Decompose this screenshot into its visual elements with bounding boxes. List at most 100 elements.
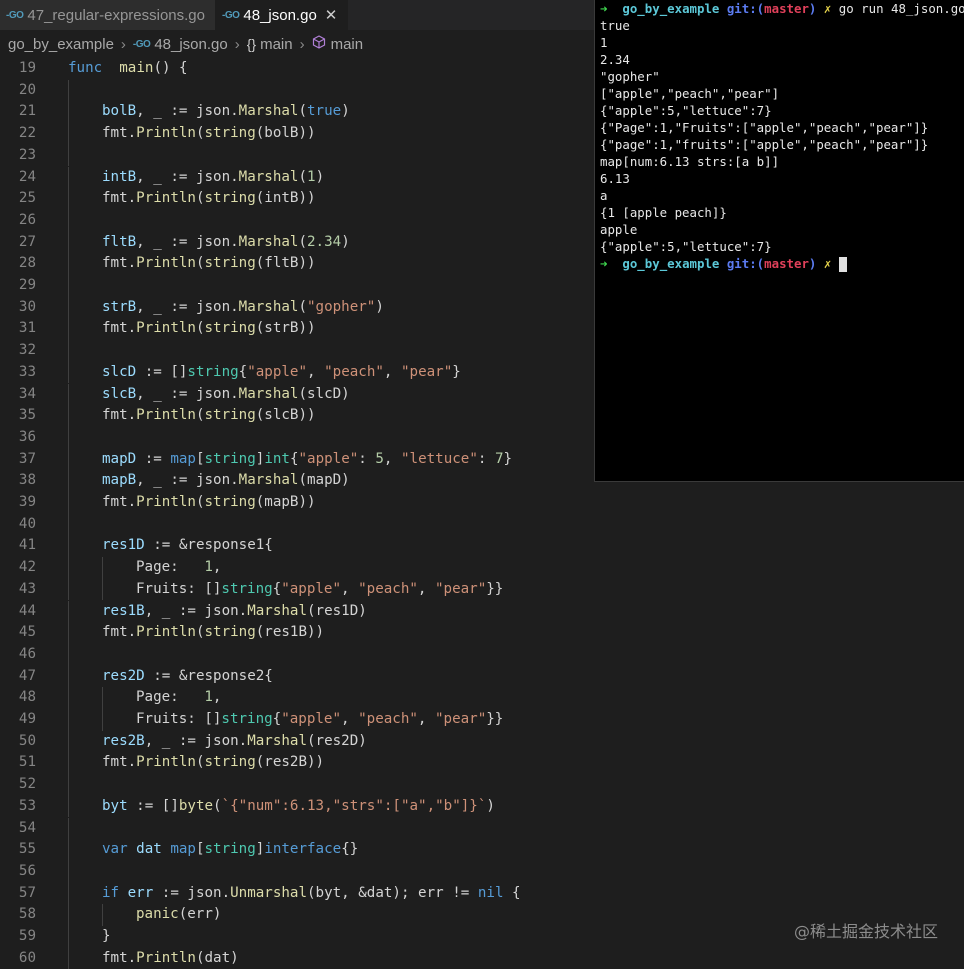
terminal-output-line: {"Page":1,"Fruits":["apple","peach","pea… (600, 120, 929, 135)
code-token: , _ := json. (136, 385, 239, 402)
code-token: ) (315, 168, 325, 185)
line-number: 55 (18, 841, 36, 858)
code-token: Marshal (238, 103, 299, 120)
terminal-prompt-line[interactable]: ➜ go_by_example git:(master) ✗ (600, 255, 847, 272)
code-line[interactable]: 41 res1D := &response1{ (0, 535, 964, 558)
breadcrumb-file[interactable]: 48_json.go (154, 36, 227, 53)
code-line[interactable]: 52 (0, 774, 964, 796)
code-line[interactable]: 51 fmt.Println(string(res2B)) (0, 752, 964, 775)
indent-guide (68, 231, 69, 254)
terminal-output-line: {1 [apple peach]} (600, 205, 727, 220)
code-line[interactable]: 43 Fruits: []string{"apple", "peach", "pe… (0, 578, 964, 601)
line-number: 37 (18, 450, 36, 467)
code-token: := &response2{ (144, 667, 273, 684)
indent-guide (68, 405, 69, 427)
line-number: 36 (18, 428, 36, 445)
code-token: Println (136, 754, 196, 771)
code-token: ( (195, 190, 205, 207)
code-token: fmt. (102, 949, 137, 966)
code-token: ) (341, 103, 350, 120)
code-token: string (187, 363, 239, 380)
code-line[interactable]: 40 (0, 513, 964, 536)
breadcrumb-folder[interactable]: go_by_example (8, 36, 114, 53)
code-line[interactable]: 44 res1B, _ := json.Marshal(res1D) (0, 600, 964, 623)
code-token: ( (195, 624, 205, 641)
code-token: intB (102, 168, 137, 185)
code-token: res2B (102, 732, 145, 749)
line-number: 19 (18, 60, 36, 76)
prompt-dir: go_by_example (622, 256, 720, 271)
line-number: 26 (18, 211, 36, 228)
code-token: Fruits: [] (136, 711, 222, 727)
indent-guide (68, 340, 69, 362)
code-line[interactable]: 53 byt := []byte(`{"num":6.13,"strs":["a"… (0, 795, 964, 818)
code-line[interactable]: 49 Fruits: []string{"apple", "peach", "pe… (0, 709, 964, 731)
indent-guide (68, 123, 69, 145)
terminal-cursor (838, 257, 847, 272)
code-line[interactable]: 46 (0, 643, 964, 666)
close-icon[interactable]: ✕ (325, 6, 338, 24)
code-line[interactable]: 57 if err := json.Unmarshal(byt, &dat); e… (0, 882, 964, 905)
code-token: dat (136, 841, 162, 858)
code-text: slcB, _ := json.Marshal(slcD) (102, 384, 350, 406)
indent-guide (68, 578, 69, 601)
code-token: true (307, 103, 342, 120)
tab-regular-expressions[interactable]: -GO 47_regular-expressions.go (0, 0, 216, 30)
code-line[interactable]: 39 fmt.Println(string(mapB)) (0, 492, 964, 514)
code-token: mapD (102, 450, 137, 467)
line-number: 49 (18, 711, 36, 727)
code-line[interactable]: 54 (0, 817, 964, 840)
code-token: fmt. (102, 407, 137, 424)
code-token: : (358, 450, 376, 467)
code-text: Fruits: []string{"apple", "peach", "pear… (136, 709, 503, 731)
code-token: Marshal (247, 602, 308, 619)
terminal-command: go run 48_json.go (838, 1, 964, 16)
code-line[interactable]: 47 res2D := &response2{ (0, 665, 964, 688)
line-number: 58 (18, 906, 36, 923)
code-token: "gopher" (307, 298, 376, 315)
code-token: , (417, 580, 435, 597)
code-token: ( (298, 298, 308, 315)
code-line[interactable]: 48 Page: 1, (0, 687, 964, 709)
code-token: string (204, 754, 256, 771)
line-number: 32 (18, 342, 36, 359)
code-token: fmt. (102, 320, 137, 337)
indent-guide (68, 643, 69, 666)
breadcrumb-scope[interactable]: main (260, 36, 293, 53)
code-token: Marshal (247, 732, 308, 749)
code-token: , (212, 559, 222, 576)
prompt-git-label: git:( (726, 256, 765, 271)
terminal-output-line: a (600, 188, 608, 203)
code-token: (slcB)) (255, 407, 316, 424)
code-token: Println (136, 320, 196, 337)
code-line[interactable]: 45 fmt.Println(string(res1B)) (0, 622, 964, 644)
code-token: { (503, 884, 521, 901)
code-token: := (136, 450, 171, 467)
code-token: byte (178, 797, 214, 814)
line-number: 39 (18, 494, 36, 510)
code-token: (bolB)) (255, 125, 316, 142)
code-token: ( (213, 797, 222, 814)
indent-guide (68, 383, 69, 406)
code-token: (err) (178, 906, 222, 923)
indent-guide (68, 817, 69, 840)
line-number: 52 (18, 776, 36, 793)
tab-json[interactable]: -GO 48_json.go ✕ (216, 0, 349, 30)
indent-guide (68, 752, 69, 775)
terminal-panel[interactable]: ➜ go_by_example git:(master) ✗ go run 48… (594, 0, 964, 482)
code-text: fmt.Println(string(intB)) (102, 188, 316, 210)
code-line[interactable]: 42 Page: 1, (0, 557, 964, 579)
breadcrumb-symbol[interactable]: main (331, 36, 364, 53)
indent-guide (68, 882, 69, 905)
code-token: fmt. (102, 125, 137, 142)
code-token: "apple" (298, 450, 359, 467)
code-token: , (383, 450, 402, 467)
code-token: , (307, 363, 325, 380)
indent-guide (68, 318, 69, 341)
code-line[interactable]: 55 var dat map[string]interface{} (0, 839, 964, 861)
indent-guide (68, 426, 69, 449)
prompt-git-close: ) (808, 1, 817, 16)
tab-label: 48_json.go (243, 6, 317, 24)
code-line[interactable]: 56 (0, 860, 964, 883)
code-line[interactable]: 50 res2B, _ := json.Marshal(res2D) (0, 730, 964, 753)
